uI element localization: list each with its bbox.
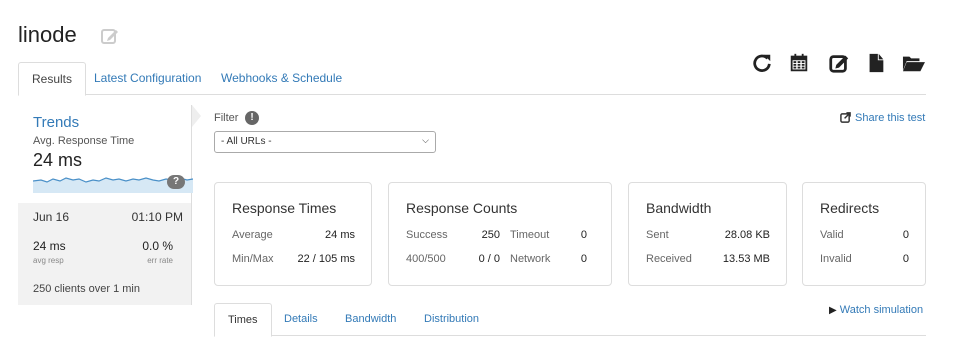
err-rate-value: 0.0 %: [142, 239, 173, 253]
url-filter-select[interactable]: - All URLs - ⌵: [214, 131, 436, 153]
stat-label: Min/Max: [232, 253, 274, 265]
stat-value: 0: [902, 229, 909, 241]
card-title: Response Counts: [406, 200, 518, 216]
avg-response-time-label: Avg. Response Time: [33, 135, 135, 147]
results-tabs: Times Details Bandwidth Distribution: [214, 303, 926, 337]
err-rate-label: err rate: [147, 256, 173, 265]
tab-bandwidth[interactable]: Bandwidth: [332, 303, 409, 336]
share-test-link[interactable]: Share this test: [840, 112, 925, 124]
share-icon: [840, 112, 851, 123]
stat-value: 22 / 105 ms: [297, 253, 355, 265]
tab-webhooks-schedule[interactable]: Webhooks & Schedule: [208, 62, 355, 95]
stat-value: 0: [580, 253, 587, 265]
stat-value: 28.08 KB: [724, 229, 770, 241]
stat-label: Average: [232, 229, 273, 241]
chevron-down-icon: ⌵: [422, 135, 429, 145]
clients-summary: 250 clients over 1 min: [33, 283, 140, 295]
stat-label: Invalid: [820, 253, 852, 265]
stat-value: 0: [580, 229, 587, 241]
play-icon: ▶: [829, 305, 837, 316]
selected-run-pointer: [192, 105, 201, 127]
card-title: Bandwidth: [646, 200, 712, 216]
stat-label: Received: [646, 253, 692, 265]
stat-label: 400/500: [406, 253, 446, 265]
stat-label: Success: [406, 229, 448, 241]
card-title: Response Times: [232, 200, 337, 216]
response-times-card: Response Times Average 24 ms Min/Max 22 …: [214, 182, 372, 286]
stat-value: 250: [481, 229, 500, 241]
tab-distribution[interactable]: Distribution: [411, 303, 492, 336]
avg-resp-label: avg resp: [33, 256, 64, 265]
help-badge[interactable]: ?: [167, 175, 185, 189]
stat-value: 0: [902, 253, 909, 265]
share-test-label: Share this test: [855, 112, 926, 124]
run-date: Jun 16: [33, 210, 70, 224]
tab-results[interactable]: Results: [18, 62, 87, 96]
redirects-card: Redirects Valid 0 Invalid 0: [802, 182, 926, 286]
trends-panel: Trends Avg. Response Time 24 ms ? Jun 16…: [18, 105, 193, 305]
stat-label: Sent: [646, 229, 669, 241]
tab-times[interactable]: Times: [214, 303, 272, 337]
stat-label: Network: [510, 253, 551, 265]
watch-simulation-label: Watch simulation: [839, 304, 924, 316]
info-icon[interactable]: !: [245, 111, 259, 125]
filter-label: Filter: [214, 112, 239, 124]
stat-label: Valid: [820, 229, 844, 241]
card-title: Redirects: [820, 200, 880, 216]
bandwidth-card: Bandwidth Sent 28.08 KB Received 13.53 M…: [628, 182, 787, 286]
stat-label: Timeout: [510, 229, 550, 241]
avg-resp-value: 24 ms: [33, 239, 66, 253]
stat-value: 0 / 0: [478, 253, 500, 265]
main-tabs: Results Latest Configuration Webhooks & …: [18, 62, 926, 96]
avg-response-time-value: 24 ms: [33, 150, 83, 170]
stat-value: 13.53 MB: [722, 253, 770, 265]
response-counts-card: Response Counts Success 250 Timeout 0 40…: [388, 182, 612, 286]
trends-title[interactable]: Trends: [33, 114, 79, 131]
page-title: linode: [18, 22, 77, 47]
url-filter-value: - All URLs -: [221, 136, 272, 147]
tab-details[interactable]: Details: [271, 303, 331, 336]
watch-simulation-link[interactable]: ▶ Watch simulation: [829, 304, 923, 316]
edit-title-icon[interactable]: [100, 26, 120, 46]
run-time: 01:10 PM: [131, 210, 183, 224]
tab-latest-configuration[interactable]: Latest Configuration: [81, 62, 214, 95]
stat-value: 24 ms: [325, 229, 355, 241]
